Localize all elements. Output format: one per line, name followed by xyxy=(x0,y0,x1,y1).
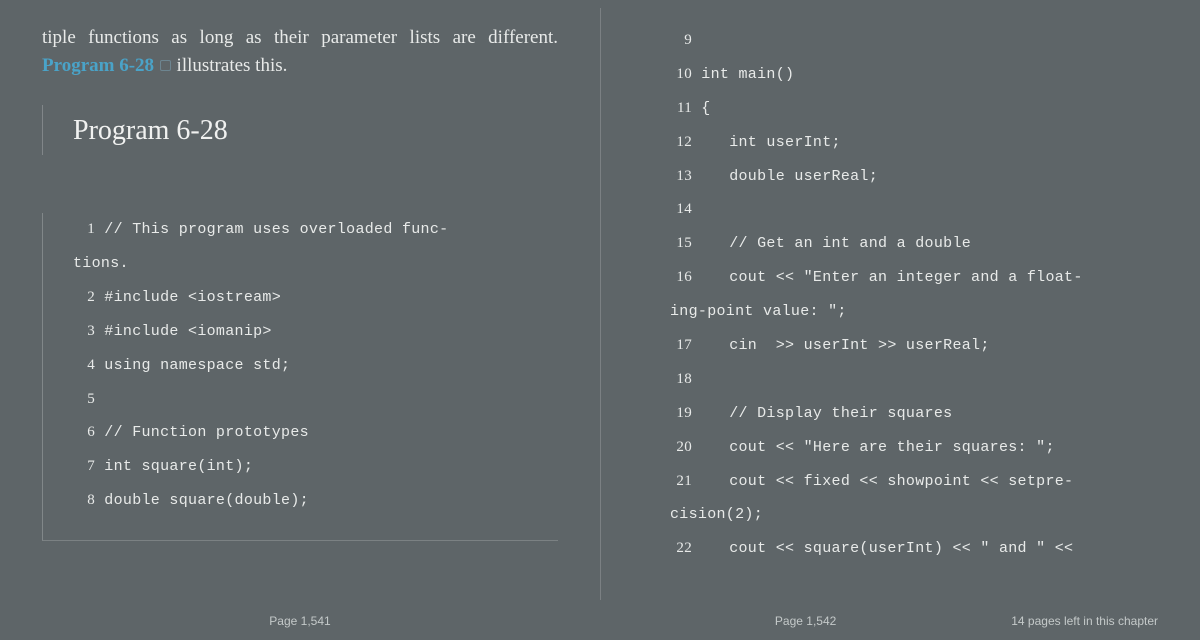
line-number: 1 xyxy=(73,213,95,247)
code-line: 1 // This program uses overloaded func- xyxy=(73,213,558,247)
code-line: 10 int main() xyxy=(670,58,1158,92)
line-number: 21 xyxy=(670,465,692,499)
line-number: 16 xyxy=(670,261,692,295)
code-text: { xyxy=(692,100,711,117)
page-footer-left: Page 1,541 xyxy=(0,614,600,628)
line-number: 12 xyxy=(670,126,692,160)
line-number: 17 xyxy=(670,329,692,363)
code-line: 21 cout << fixed << showpoint << setpre- xyxy=(670,465,1158,499)
line-number: 18 xyxy=(670,363,692,397)
code-text: double userReal; xyxy=(692,168,878,185)
code-line: 17 cin >> userInt >> userReal; xyxy=(670,329,1158,363)
code-text: cin >> userInt >> userReal; xyxy=(692,337,990,354)
line-number: 9 xyxy=(670,24,692,58)
code-text: int main() xyxy=(692,66,794,83)
code-line: 8 double square(double); xyxy=(73,484,558,518)
line-number: 5 xyxy=(73,383,95,417)
line-number: 20 xyxy=(670,431,692,465)
code-line: 19 // Display their squares xyxy=(670,397,1158,431)
program-heading: Program 6-28 xyxy=(42,105,558,155)
line-number: 14 xyxy=(670,193,692,227)
code-line: 4 using namespace std; xyxy=(73,349,558,383)
code-line: 18 xyxy=(670,363,1158,397)
line-number: 22 xyxy=(670,532,692,566)
code-block-right: 910 int main()11 {12 int userInt;13 doub… xyxy=(642,24,1158,566)
code-line: 20 cout << "Here are their squares: "; xyxy=(670,431,1158,465)
code-text: #include <iomanip> xyxy=(95,323,272,340)
line-number: 7 xyxy=(73,450,95,484)
line-number: 10 xyxy=(670,58,692,92)
code-text: // Function prototypes xyxy=(95,424,309,441)
code-line: 12 int userInt; xyxy=(670,126,1158,160)
code-text: cout << fixed << showpoint << setpre- xyxy=(692,473,1073,490)
code-text: // Get an int and a double xyxy=(692,235,971,252)
line-number: 4 xyxy=(73,349,95,383)
line-number: 11 xyxy=(670,92,692,126)
code-text: #include <iostream> xyxy=(95,289,281,306)
code-line: 3 #include <iomanip> xyxy=(73,315,558,349)
page-number-left: Page 1,541 xyxy=(269,614,330,628)
body-pre: tiple functions as long as their paramet… xyxy=(42,27,558,48)
line-number: 8 xyxy=(73,484,95,518)
right-page: 910 int main()11 {12 int userInt;13 doub… xyxy=(600,0,1200,640)
code-text: using namespace std; xyxy=(95,357,290,374)
code-line: 9 xyxy=(670,24,1158,58)
code-line-wrap: cision(2); xyxy=(670,498,1158,532)
code-line: 14 xyxy=(670,193,1158,227)
line-number: 15 xyxy=(670,227,692,261)
code-line-wrap: ing-point value: "; xyxy=(670,295,1158,329)
page-number-right: Page 1,542 xyxy=(600,614,1011,628)
code-text: int userInt; xyxy=(692,134,841,151)
code-block-left: 1 // This program uses overloaded func-t… xyxy=(42,213,558,541)
code-text: // This program uses overloaded func- xyxy=(95,221,448,238)
line-number: 19 xyxy=(670,397,692,431)
code-line: 6 // Function prototypes xyxy=(73,416,558,450)
code-text: cout << "Here are their squares: "; xyxy=(692,439,1055,456)
code-line-wrap: tions. xyxy=(73,247,558,281)
code-line: 15 // Get an int and a double xyxy=(670,227,1158,261)
code-line: 5 xyxy=(73,383,558,417)
code-text: double square(double); xyxy=(95,492,309,509)
code-line: 22 cout << square(userInt) << " and " << xyxy=(670,532,1158,566)
body-post: illustrates this. xyxy=(177,55,288,76)
code-line: 2 #include <iostream> xyxy=(73,281,558,315)
paragraph-intro: tiple functions as long as their paramet… xyxy=(42,24,558,79)
line-number: 2 xyxy=(73,281,95,315)
line-number: 6 xyxy=(73,416,95,450)
code-line: 13 double userReal; xyxy=(670,160,1158,194)
code-text: int square(int); xyxy=(95,458,253,475)
link-icon[interactable] xyxy=(160,60,171,71)
pages-remaining: 14 pages left in this chapter xyxy=(1011,614,1158,628)
code-line: 16 cout << "Enter an integer and a float… xyxy=(670,261,1158,295)
code-line: 11 { xyxy=(670,92,1158,126)
code-text: // Display their squares xyxy=(692,405,952,422)
page-footer-right: Page 1,542 14 pages left in this chapter xyxy=(600,614,1200,628)
program-link[interactable]: Program 6-28 xyxy=(42,55,154,76)
code-text: cout << square(userInt) << " and " << xyxy=(692,540,1073,557)
line-number: 13 xyxy=(670,160,692,194)
line-number: 3 xyxy=(73,315,95,349)
left-page: tiple functions as long as their paramet… xyxy=(0,0,600,640)
code-text: cout << "Enter an integer and a float- xyxy=(692,269,1083,286)
code-line: 7 int square(int); xyxy=(73,450,558,484)
